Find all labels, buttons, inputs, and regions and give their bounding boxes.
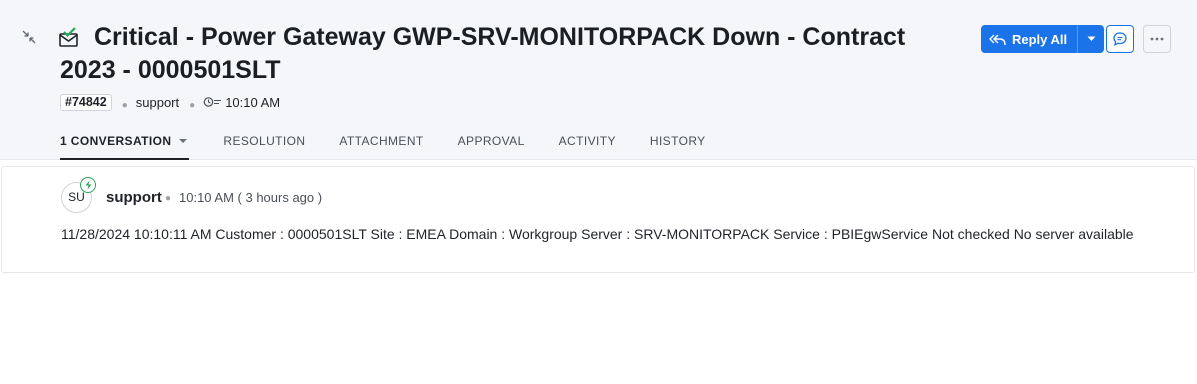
more-horizontal-icon bbox=[1150, 37, 1164, 41]
tab-resolution[interactable]: RESOLUTION bbox=[223, 131, 305, 160]
clock-icon bbox=[203, 97, 222, 107]
separator-dot: ● bbox=[165, 193, 172, 204]
ticket-time: 10:10 AM bbox=[225, 94, 281, 110]
chevron-down-icon bbox=[179, 139, 188, 143]
separator-dot: ● bbox=[189, 99, 196, 111]
ticket-requester[interactable]: support bbox=[136, 95, 179, 110]
tab-attachment[interactable]: ATTACHMENT bbox=[339, 131, 423, 160]
message-body: 11/28/2024 10:10:11 AM Customer : 000050… bbox=[61, 226, 1134, 242]
chat-button[interactable] bbox=[1106, 25, 1134, 53]
chat-bubble-icon bbox=[1113, 32, 1127, 46]
reply-all-label: Reply All bbox=[1012, 31, 1068, 47]
ticket-tabs: 1 CONVERSATION RESOLUTION ATTACHMENT APP… bbox=[60, 131, 740, 160]
tab-activity[interactable]: ACTIVITY bbox=[559, 131, 616, 160]
reply-all-group: Reply All bbox=[981, 25, 1105, 53]
message-author[interactable]: support bbox=[106, 189, 162, 206]
tab-conversation[interactable]: 1 CONVERSATION bbox=[60, 131, 190, 160]
chevron-down-icon bbox=[1087, 36, 1096, 41]
tab-approval[interactable]: APPROVAL bbox=[458, 131, 525, 160]
conversation-card: SU support ● 10:10 AM ( 3 hours ago ) 11… bbox=[1, 166, 1195, 273]
ticket-meta: #74842 ● support ● 10:10 AM bbox=[60, 93, 280, 111]
reply-all-button[interactable]: Reply All bbox=[981, 25, 1079, 53]
lightning-icon bbox=[80, 177, 96, 193]
message-time: 10:10 AM ( 3 hours ago ) bbox=[179, 190, 323, 205]
tab-label: 1 CONVERSATION bbox=[60, 134, 172, 148]
more-actions-button[interactable] bbox=[1143, 25, 1171, 53]
ticket-id-badge[interactable]: #74842 bbox=[60, 93, 112, 111]
reply-options-dropdown[interactable] bbox=[1078, 25, 1104, 53]
ticket-header: Critical - Power Gateway GWP-SRV-MONITOR… bbox=[0, 0, 1197, 160]
tab-history[interactable]: HISTORY bbox=[650, 131, 706, 160]
ticket-title: Critical - Power Gateway GWP-SRV-MONITOR… bbox=[60, 23, 906, 84]
collapse-arrows-icon[interactable] bbox=[20, 28, 38, 46]
reply-all-icon bbox=[989, 34, 1006, 45]
separator-dot: ● bbox=[121, 99, 128, 111]
